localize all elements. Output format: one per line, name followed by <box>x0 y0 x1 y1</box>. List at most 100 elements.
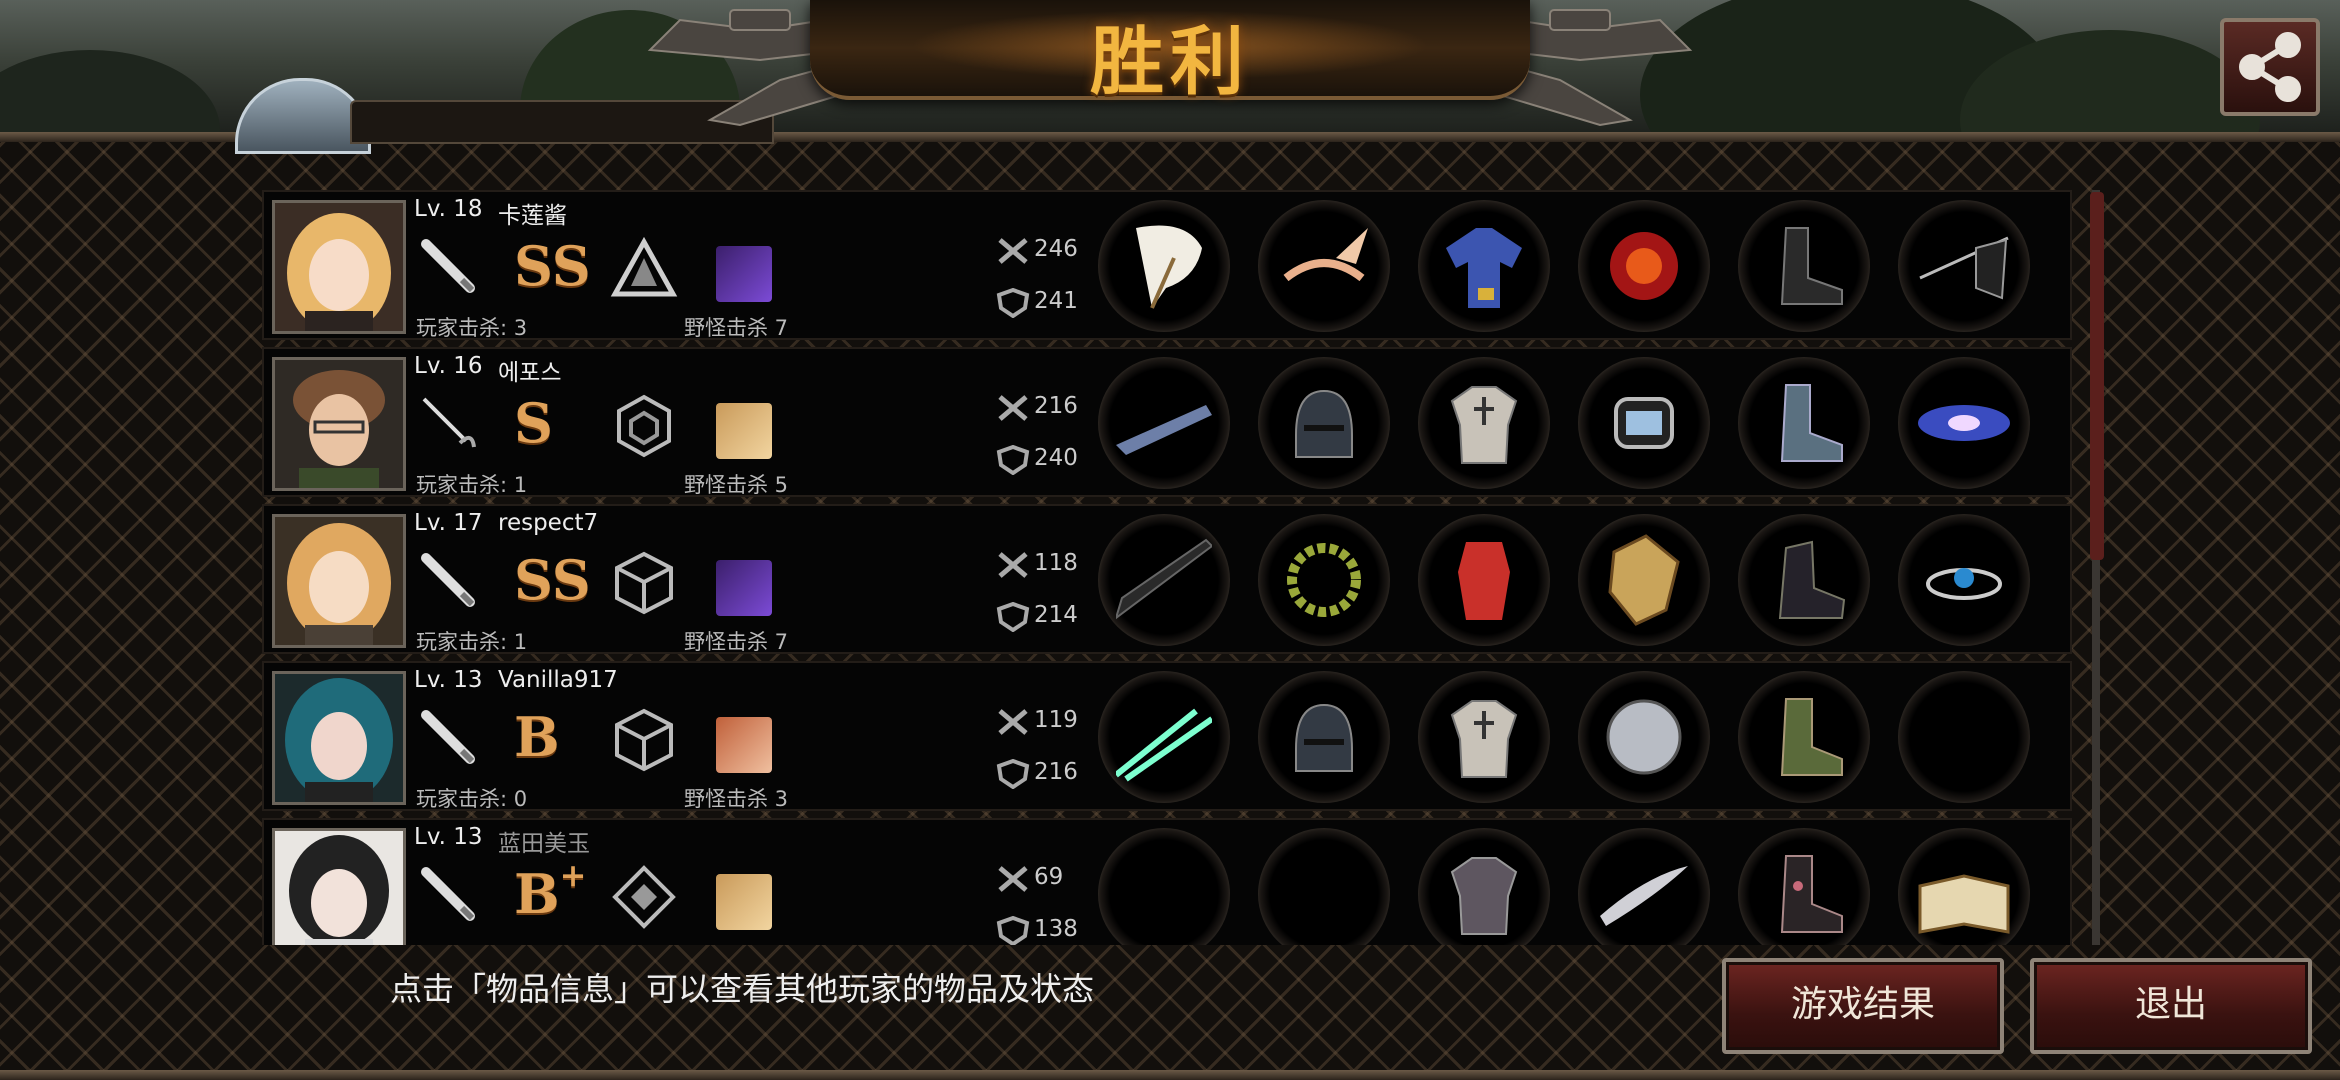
item-slot[interactable] <box>1258 671 1390 803</box>
item-slot[interactable] <box>1578 671 1710 803</box>
player-results-table[interactable]: Lv. 18 卡莲酱 SS 玩家击杀: 3 野怪击杀 7 246 241 Lv.… <box>262 190 2072 945</box>
item-slot[interactable] <box>1258 514 1390 646</box>
item-slot[interactable] <box>1898 200 2030 332</box>
item-slot-empty[interactable] <box>1898 671 2030 803</box>
baseball-bat-icon <box>421 867 475 921</box>
player-name: 에포스 <box>498 360 562 386</box>
defense-value: 138 <box>1034 916 1078 942</box>
item-slot[interactable] <box>1578 514 1710 646</box>
player-name: Vanilla917 <box>498 667 618 693</box>
cube-class-icon <box>615 551 673 615</box>
item-slot[interactable] <box>1578 828 1710 945</box>
serrated-blade-icon <box>1116 405 1212 455</box>
item-slot[interactable] <box>1738 671 1870 803</box>
diamond-class-icon <box>612 865 676 929</box>
game-results-button[interactable]: 游戏结果 <box>1722 958 2004 1054</box>
defense-value: 214 <box>1034 602 1078 628</box>
defense-icon <box>996 602 1030 632</box>
skill-icon[interactable] <box>716 403 772 459</box>
ancient-book-icon <box>1918 874 2010 934</box>
item-slot[interactable] <box>1898 357 2030 489</box>
item-slot[interactable] <box>1098 514 1230 646</box>
item-slot[interactable] <box>1418 828 1550 945</box>
player-portrait[interactable] <box>272 200 406 334</box>
black-flag-icon <box>1919 236 2009 300</box>
player-level: Lv. 13 <box>414 824 483 850</box>
player-kills: 玩家击杀: 3 <box>416 316 528 340</box>
attack-icon <box>998 238 1028 264</box>
baseball-bat-icon <box>421 710 475 764</box>
player-level: Lv. 13 <box>414 667 483 693</box>
camo-boots-icon <box>1780 698 1843 776</box>
triangle-class-icon <box>610 236 678 297</box>
monster-kills: 野怪击杀 7 <box>684 316 789 340</box>
item-slot[interactable] <box>1258 200 1390 332</box>
item-slot[interactable] <box>1738 514 1870 646</box>
attack-value: 246 <box>1034 236 1078 262</box>
player-kills: 玩家击杀: 1 <box>416 630 528 654</box>
item-slot[interactable] <box>1578 200 1710 332</box>
skill-icon[interactable] <box>716 874 772 930</box>
baseball-bat-icon <box>421 553 475 607</box>
item-slot[interactable] <box>1898 828 2030 945</box>
defense-icon <box>996 916 1030 945</box>
player-row[interactable]: Lv. 13 蓝田美玉 B+ 69 138 <box>262 818 2072 945</box>
blue-robe-icon <box>1446 228 1522 308</box>
black-boots-icon <box>1780 227 1843 305</box>
skill-icon[interactable] <box>716 560 772 616</box>
twin-lightsabers-icon <box>1116 708 1212 782</box>
item-slot[interactable] <box>1098 357 1230 489</box>
red-gem-brooch-icon <box>1610 232 1678 300</box>
skill-icon[interactable] <box>716 246 772 302</box>
item-slot[interactable] <box>1258 357 1390 489</box>
defense-value: 216 <box>1034 759 1078 785</box>
attack-value: 119 <box>1034 707 1078 733</box>
item-slot[interactable] <box>1418 514 1550 646</box>
item-slot[interactable] <box>1098 671 1230 803</box>
scrollbar-thumb[interactable] <box>2090 192 2104 560</box>
player-row[interactable]: Lv. 16 에포스 S 玩家击杀: 1 野怪击杀 5 216 240 <box>262 347 2072 497</box>
round-shield-icon <box>1606 699 1682 775</box>
item-slot[interactable] <box>1738 357 1870 489</box>
player-level: Lv. 17 <box>414 510 483 536</box>
player-name: respect7 <box>498 510 599 536</box>
stone-armor-icon <box>1450 857 1518 935</box>
grade-badge: B <box>514 705 560 769</box>
player-name: 蓝田美玉 <box>498 831 590 857</box>
item-slot-empty[interactable] <box>1098 828 1230 945</box>
item-slot[interactable] <box>1418 357 1550 489</box>
item-slot-empty[interactable] <box>1258 828 1390 945</box>
monster-kills: 野怪击杀 5 <box>684 473 789 497</box>
black-umbrella-icon <box>1116 538 1212 620</box>
exit-button[interactable]: 退出 <box>2030 958 2312 1054</box>
player-row[interactable]: Lv. 18 卡莲酱 SS 玩家击杀: 3 野怪击杀 7 246 241 <box>262 190 2072 340</box>
attack-value: 69 <box>1034 864 1064 890</box>
knight-helmet-icon <box>1295 389 1353 458</box>
player-portrait[interactable] <box>272 828 406 945</box>
item-slot[interactable] <box>1738 200 1870 332</box>
item-slot[interactable] <box>1898 514 2030 646</box>
player-portrait[interactable] <box>272 514 406 648</box>
attack-icon <box>998 866 1028 892</box>
player-row[interactable]: Lv. 13 Vanilla917 B 玩家击杀: 0 野怪击杀 3 119 2… <box>262 661 2072 811</box>
grade-badge: B+ <box>514 856 587 926</box>
attack-icon <box>998 395 1028 421</box>
player-row[interactable]: Lv. 17 respect7 SS 玩家击杀: 1 野怪击杀 7 118 21… <box>262 504 2072 654</box>
item-slot[interactable] <box>1738 828 1870 945</box>
item-slot[interactable] <box>1098 200 1230 332</box>
item-slot[interactable] <box>1578 357 1710 489</box>
item-slot[interactable] <box>1418 200 1550 332</box>
skill-icon[interactable] <box>716 717 772 773</box>
golden-shield-icon <box>1608 534 1680 626</box>
player-portrait[interactable] <box>272 357 406 491</box>
monster-kills: 野怪击杀 3 <box>684 787 789 811</box>
monster-kills: 野怪击杀 7 <box>684 630 789 654</box>
wrist-watch-icon <box>1614 397 1674 449</box>
player-kills: 玩家击杀: 1 <box>416 473 528 497</box>
player-portrait[interactable] <box>272 671 406 805</box>
wing-headband-icon <box>1283 228 1368 282</box>
steel-boots-icon <box>1780 384 1843 462</box>
share-button[interactable] <box>2220 18 2320 116</box>
item-slot[interactable] <box>1418 671 1550 803</box>
attack-value: 216 <box>1034 393 1078 419</box>
